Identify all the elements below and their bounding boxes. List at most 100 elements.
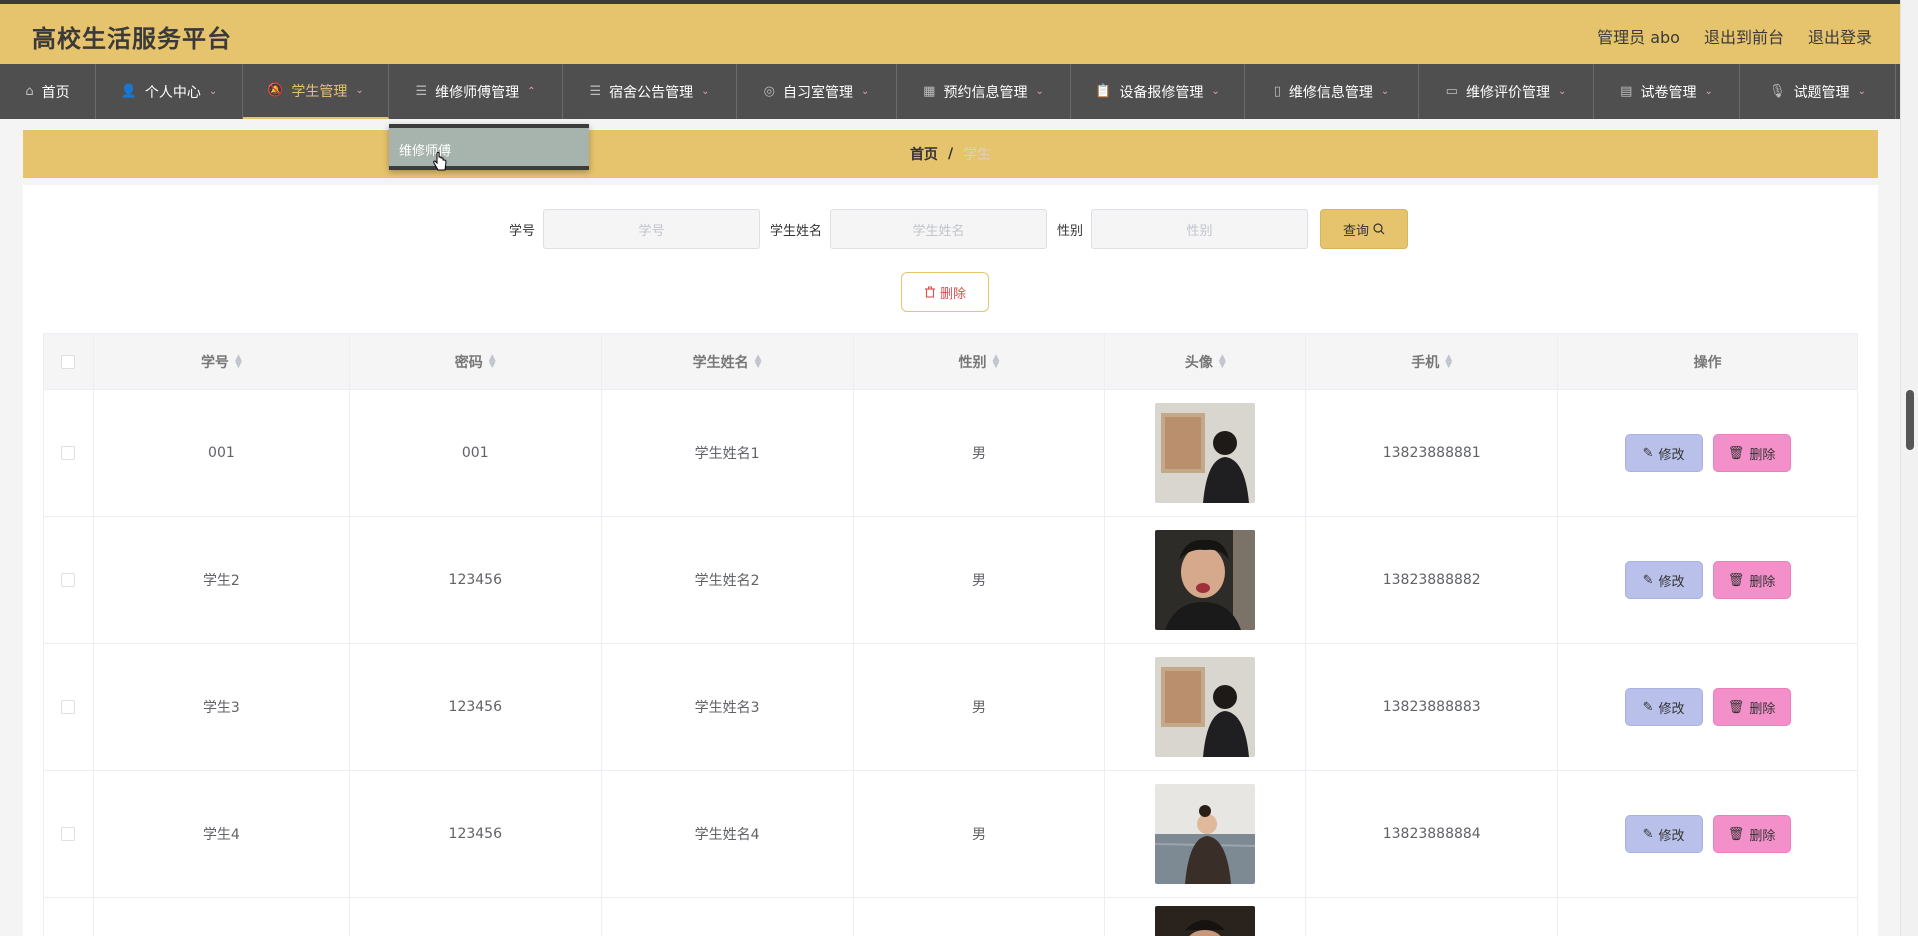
gender-cell: 男: [854, 390, 1106, 516]
sort-icon[interactable]: ▲ ▼: [993, 353, 1000, 369]
nav-item-profile[interactable]: 👤 个人中心 ⌄: [96, 64, 243, 119]
sort-icon[interactable]: ▲ ▼: [235, 353, 242, 369]
chevron-down-icon: ⌄: [860, 86, 870, 97]
bell-icon: 🔕: [267, 83, 284, 98]
nav-item-device-repair[interactable]: 📋 设备报修管理 ⌄: [1071, 64, 1245, 119]
dropdown-item-repairman[interactable]: 维修师傅: [389, 128, 589, 166]
nav-item-dorm-notice[interactable]: ☰ 宿舍公告管理 ⌄: [563, 64, 737, 119]
exit-to-front-link[interactable]: 退出到前台: [1704, 24, 1784, 48]
delete-button[interactable]: 🗑 删除: [1712, 434, 1791, 472]
edit-button[interactable]: ✎ 修改: [1624, 434, 1703, 472]
phone-cell: 13823888883: [1306, 644, 1559, 770]
student-name-cell: 学生姓名1: [602, 390, 854, 516]
student-id-cell: 学生3: [94, 644, 350, 770]
column-label: 密码: [454, 354, 483, 371]
table-row: 学生3 123456 学生姓名3 男 13823888883 ✎ 修改 🗑 删除: [44, 644, 1857, 771]
nav-item-repairmen[interactable]: ☰ 维修师傅管理 ⌃: [389, 64, 563, 119]
nav-item-study-room[interactable]: ◎ 自习室管理 ⌄: [737, 64, 897, 119]
column-header[interactable]: 密码 ▲ ▼: [350, 334, 602, 389]
repairmen-dropdown-menu: 维修师傅: [389, 124, 589, 170]
row-checkbox[interactable]: [61, 446, 76, 460]
compass-icon: ◎: [763, 84, 775, 99]
edit-icon: ✎: [1642, 826, 1654, 842]
trash-icon: [924, 286, 935, 298]
query-button[interactable]: 查询: [1320, 209, 1409, 249]
breadcrumb-home[interactable]: 首页: [910, 144, 938, 164]
nav-item-students[interactable]: 🔕 学生管理 ⌄: [243, 64, 389, 119]
scrollbar-thumb[interactable]: [1906, 390, 1914, 450]
select-all-checkbox[interactable]: [61, 354, 76, 369]
nav-label: 维修师傅管理: [435, 84, 520, 101]
column-header[interactable]: 学生姓名 ▲ ▼: [602, 334, 854, 389]
sort-icon[interactable]: ▲ ▼: [1219, 353, 1226, 369]
sort-icon[interactable]: ▲ ▼: [755, 353, 762, 369]
nav-item-questions[interactable]: 🎙 试题管理 ⌄: [1740, 64, 1896, 119]
grid-icon: ▦: [923, 84, 936, 99]
trash-icon: 🗑: [1727, 572, 1745, 588]
delete-label: 删除: [1749, 828, 1776, 844]
delete-label: 删除: [1749, 701, 1776, 717]
phone-cell: 13823888884: [1306, 771, 1559, 897]
delete-button[interactable]: 🗑 删除: [1712, 815, 1791, 853]
row-checkbox[interactable]: [61, 700, 76, 714]
nav-label: 维修信息管理: [1288, 84, 1373, 101]
chevron-down-icon: ⌄: [355, 85, 364, 96]
admin-user-label[interactable]: 管理员 abo: [1597, 24, 1680, 48]
student-id-label: 学号: [508, 223, 535, 239]
nav-label: 维修评价管理: [1465, 84, 1550, 101]
logout-link[interactable]: 退出登录: [1808, 24, 1872, 48]
nav-item-home[interactable]: ⌂ 首页: [0, 64, 96, 119]
mic-icon: 🎙: [1769, 84, 1786, 99]
column-label: 操作: [1693, 354, 1722, 371]
delete-button[interactable]: 🗑 删除: [1712, 561, 1791, 599]
edit-label: 修改: [1658, 574, 1685, 590]
chevron-down-icon: ⌄: [1857, 86, 1866, 97]
nav-label: 宿舍公告管理: [609, 84, 694, 101]
table-row: 学生2 123456 学生姓名2 男 13823888882 ✎ 修改 🗑 删除: [44, 517, 1857, 644]
batch-delete-button[interactable]: 删除: [901, 272, 989, 312]
batch-delete-label: 删除: [939, 286, 966, 302]
phone-cell: 13823888881: [1306, 390, 1559, 516]
sort-icon[interactable]: ▲ ▼: [489, 353, 496, 369]
edit-button[interactable]: ✎ 修改: [1624, 688, 1703, 726]
column-header[interactable]: 学号 ▲ ▼: [94, 334, 350, 389]
student-name-input[interactable]: 学生姓名: [830, 209, 1047, 249]
table-row: 学生4 123456 学生姓名4 男 13823888884 ✎ 修改 🗑 删除: [44, 771, 1857, 898]
avatar[interactable]: [1155, 530, 1256, 630]
list-icon: ☰: [415, 84, 428, 99]
avatar[interactable]: [1155, 403, 1256, 503]
app-title: 高校生活服务平台: [32, 25, 232, 53]
list-icon: ☰: [589, 84, 602, 99]
delete-button[interactable]: 🗑 删除: [1712, 688, 1791, 726]
page-scrollbar[interactable]: [1900, 0, 1918, 936]
nav-item-repair-info[interactable]: ▯ 维修信息管理 ⌄: [1245, 64, 1419, 119]
edit-button[interactable]: ✎ 修改: [1624, 815, 1703, 853]
mobile-icon: ▯: [1273, 84, 1281, 99]
nav-item-papers[interactable]: ▤ 试卷管理 ⌄: [1594, 64, 1740, 119]
gender-label: 性别: [1057, 223, 1084, 239]
nav-item-repair-review[interactable]: ▭ 维修评价管理 ⌄: [1419, 64, 1594, 119]
column-label: 头像: [1184, 354, 1213, 371]
header: 高校生活服务平台 管理员 abo 退出到前台 退出登录: [0, 4, 1900, 64]
column-header[interactable]: 手机 ▲ ▼: [1306, 334, 1559, 389]
hand-cursor-icon: [433, 152, 447, 171]
row-checkbox[interactable]: [61, 573, 76, 587]
clipboard-icon: 📋: [1095, 84, 1112, 99]
column-header[interactable]: 头像 ▲ ▼: [1105, 334, 1307, 389]
sort-icon[interactable]: ▲ ▼: [1445, 353, 1452, 369]
avatar[interactable]: [1155, 784, 1256, 884]
trash-icon: 🗑: [1727, 699, 1745, 715]
nav-label: 自习室管理: [782, 84, 853, 101]
avatar[interactable]: [1155, 657, 1256, 757]
main-content: 学号 学号 学生姓名 学生姓名 性别 性别 查询 删除 学号 ▲ ▼ 密码 ▲ ▼ 学生…: [23, 185, 1878, 936]
phone-cell: 13823888882: [1306, 517, 1559, 643]
chevron-down-icon: ⌄: [1380, 86, 1390, 97]
edit-button[interactable]: ✎ 修改: [1624, 561, 1703, 599]
main-nav: ⌂ 首页 👤 个人中心 ⌄ 🔕 学生管理 ⌄ ☰ 维修师傅管理 ⌃ ☰ 宿舍公告…: [0, 64, 1900, 119]
row-checkbox[interactable]: [61, 827, 76, 841]
student-id-input[interactable]: 学号: [542, 209, 760, 249]
column-header[interactable]: 性别 ▲ ▼: [854, 334, 1106, 389]
avatar[interactable]: [1155, 906, 1256, 936]
nav-item-reservations[interactable]: ▦ 预约信息管理 ⌄: [897, 64, 1071, 119]
gender-input[interactable]: 性别: [1091, 209, 1309, 249]
